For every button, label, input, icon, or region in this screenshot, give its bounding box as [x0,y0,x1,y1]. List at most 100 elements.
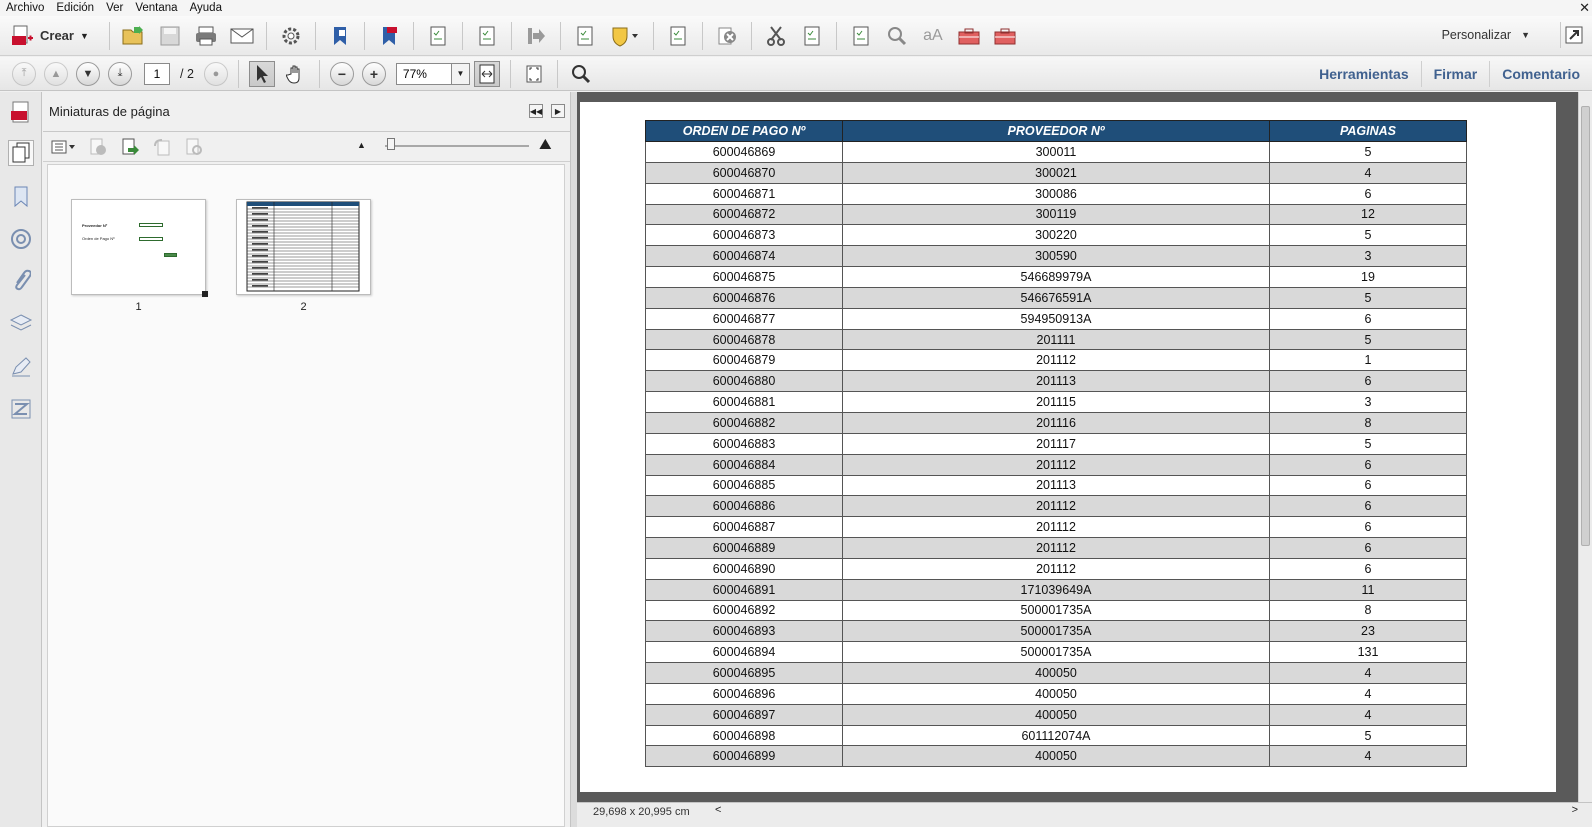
zoom-selector[interactable]: ▼ [395,62,470,85]
scroll-left-icon[interactable]: < [715,804,721,816]
page-number-input[interactable] [144,62,170,85]
thumbnail-resize-handle[interactable] [202,291,208,297]
scrollbar-thumb[interactable] [1581,106,1590,546]
text-size-button[interactable]: aA [920,23,946,49]
cell-orden: 600046879 [645,349,843,372]
cell-paginas: 5 [1269,224,1467,247]
cell-orden: 600046870 [645,161,843,184]
zoom-input[interactable] [395,62,452,85]
checklist-button-1[interactable] [425,23,451,49]
tab-firmar[interactable]: Firmar [1420,61,1490,87]
table-row: 600046884 201112 6 [645,453,1467,476]
vertical-scrollbar[interactable] [1578,92,1592,802]
page-thumbnail-1[interactable]: Proveedor Nº Orden de Pago Nº [71,199,208,297]
go-button[interactable]: ● [203,61,228,86]
separator [509,59,511,88]
open-button[interactable] [121,23,147,49]
checklist-button-2[interactable] [474,23,500,49]
stamp-button[interactable] [608,23,642,49]
content-button[interactable] [8,396,34,422]
pdf-bookmark-button[interactable] [376,23,402,49]
fit-width-button[interactable] [473,60,500,87]
slider-handle[interactable] [387,138,395,150]
bookmark-icon [333,26,346,45]
cell-paginas: 4 [1269,662,1467,684]
last-page-button[interactable]: ⤓ [108,61,132,86]
menu-ventana[interactable]: Ventana [135,2,177,14]
thumbnail-size-slider[interactable] [385,145,529,147]
panel-title: Miniaturas de página [49,104,170,119]
search-button[interactable] [568,61,594,87]
paperclip-icon [15,269,31,291]
cell-proveedor: 201112 [842,495,1270,518]
page-thumbnails-button[interactable] [8,140,34,166]
scroll-right-icon[interactable]: > [1572,804,1578,816]
full-screen-button[interactable] [521,61,547,87]
previous-page-button[interactable]: ▲ [44,61,68,86]
table-row: 600046875 546689979A 19 [645,266,1467,288]
signatures-button[interactable] [8,226,34,252]
chevron-down-icon[interactable]: ▼ [451,62,470,85]
separator [318,59,320,88]
first-page-button[interactable]: ⤒ [12,61,36,86]
signature-pen-button[interactable] [8,354,34,380]
checklist-icon [804,26,820,45]
create-button[interactable]: Crear ▼ [10,24,89,48]
menu-edicion[interactable]: Edición [56,2,94,14]
expand-button[interactable] [1560,22,1586,48]
hand-tool-button[interactable] [283,61,309,87]
bookmark-button[interactable] [327,23,353,49]
settings-button[interactable] [278,23,304,49]
cell-orden: 600046873 [645,224,843,247]
fit-width-icon [479,64,495,83]
pdf-icon-button[interactable] [8,100,34,126]
search-document-button[interactable] [884,23,910,49]
menu-archivo[interactable]: Archivo [6,2,44,14]
pdf-page: ORDEN DE PAGO Nº PROVEEDOR Nº PAGINAS 60… [580,102,1556,792]
tab-comentario[interactable]: Comentario [1489,61,1592,87]
insert-pages-button[interactable] [119,136,141,158]
checklist-button-3[interactable] [572,23,598,49]
attachments-button[interactable] [8,268,34,294]
toolbox-button-1[interactable] [956,23,982,49]
close-window-icon[interactable]: ✕ [1579,0,1590,15]
cell-orden: 600046875 [645,266,843,288]
header-proveedor: PROVEEDOR Nº [842,120,1270,142]
printer-icon [195,26,216,45]
next-page-button[interactable]: ▼ [76,61,100,86]
bookmarks-button[interactable] [8,184,34,210]
table-row: 600046892 500001735A 8 [645,599,1467,622]
export-button[interactable] [523,23,549,49]
delete-pages-button[interactable] [87,136,109,158]
toolbox-button-2[interactable] [992,23,1018,49]
checklist-button-5[interactable] [799,23,825,49]
customize-menu[interactable]: Personalizar ▼ [1442,28,1530,42]
select-tool-button[interactable] [248,60,275,87]
checklist-button-6[interactable] [848,23,874,49]
options-button[interactable] [49,136,77,158]
menu-ayuda[interactable]: Ayuda [190,2,222,14]
tab-herramientas[interactable]: Herramientas [1307,61,1421,87]
reject-button[interactable] [714,23,740,49]
navigation-toolbar: ⤒ ▲ ▼ ⤓ / 2 ● − + ▼ Herramientas Firmar … [0,57,1592,91]
collapse-panel-button[interactable]: ◀◀ [529,104,543,118]
rotate-pages-button[interactable] [151,136,173,158]
layers-button[interactable] [8,310,34,336]
save-button[interactable] [157,23,183,49]
zoom-in-button[interactable]: + [361,61,386,86]
print-button[interactable] [193,23,219,49]
zoom-out-button[interactable]: − [329,61,354,86]
cut-button[interactable] [763,23,789,49]
page-properties-button[interactable] [183,136,205,158]
thumbnail-field-2 [139,237,163,241]
checklist-button-4[interactable] [665,23,691,49]
expand-panel-button[interactable]: ▶ [551,104,565,118]
cell-proveedor: 201111 [842,328,1270,351]
email-button[interactable] [229,23,255,49]
thumbnail-field-3 [164,253,177,257]
table-row: 600046899 400050 4 [645,745,1467,768]
cell-orden: 600046886 [645,495,843,518]
cell-paginas: 6 [1269,537,1467,559]
page-thumbnail-2[interactable] [236,199,371,295]
menu-ver[interactable]: Ver [106,2,123,14]
